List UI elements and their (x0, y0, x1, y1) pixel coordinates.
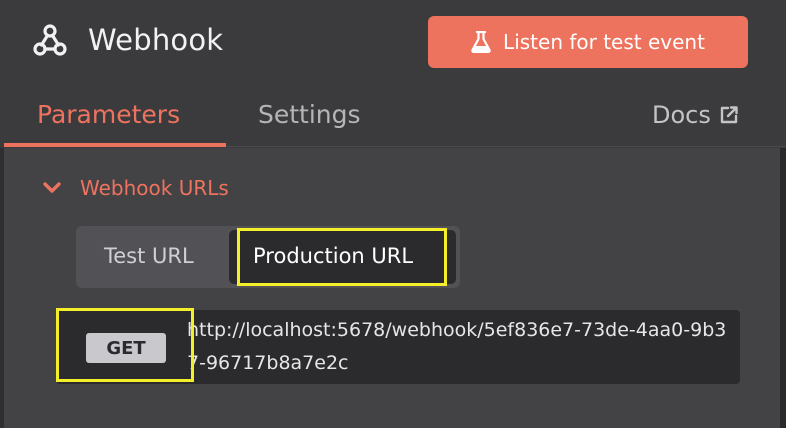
docs-label: Docs (652, 101, 711, 129)
webhook-icon (33, 24, 67, 56)
webhook-url[interactable]: http://localhost:5678/webhook/5ef836e7-7… (187, 314, 735, 380)
active-tab-indicator (4, 143, 226, 147)
webhook-urls-section-toggle[interactable]: Webhook URLs (42, 174, 229, 202)
tab-settings[interactable]: Settings (258, 98, 361, 132)
http-method-badge: GET (86, 333, 166, 363)
tab-parameters[interactable]: Parameters (37, 98, 180, 132)
webhook-url-box: GET http://localhost:5678/webhook/5ef836… (56, 310, 740, 384)
listen-for-test-event-button[interactable]: Listen for test event (428, 16, 748, 68)
tab-divider (226, 146, 786, 147)
external-link-icon (720, 106, 738, 124)
panel-edge (780, 148, 786, 428)
parameters-panel: Webhook URLs Test URL Production URL GET… (4, 148, 780, 428)
url-type-toggle: Test URL Production URL (76, 226, 460, 288)
node-header: Webhook Listen for test event (0, 0, 786, 86)
section-title: Webhook URLs (80, 176, 229, 200)
node-panel: Webhook Listen for test event Parameters… (0, 0, 786, 428)
production-url-label: Production URL (253, 244, 414, 268)
chevron-down-icon (43, 182, 61, 193)
docs-link[interactable]: Docs (652, 98, 739, 132)
node-title: Webhook (88, 23, 224, 57)
node-tabs: Parameters Settings Docs (0, 86, 786, 148)
listen-button-label: Listen for test event (503, 30, 705, 54)
test-url-option[interactable]: Test URL (104, 241, 194, 271)
production-url-option[interactable]: Production URL (229, 230, 456, 284)
flask-icon (471, 31, 491, 53)
